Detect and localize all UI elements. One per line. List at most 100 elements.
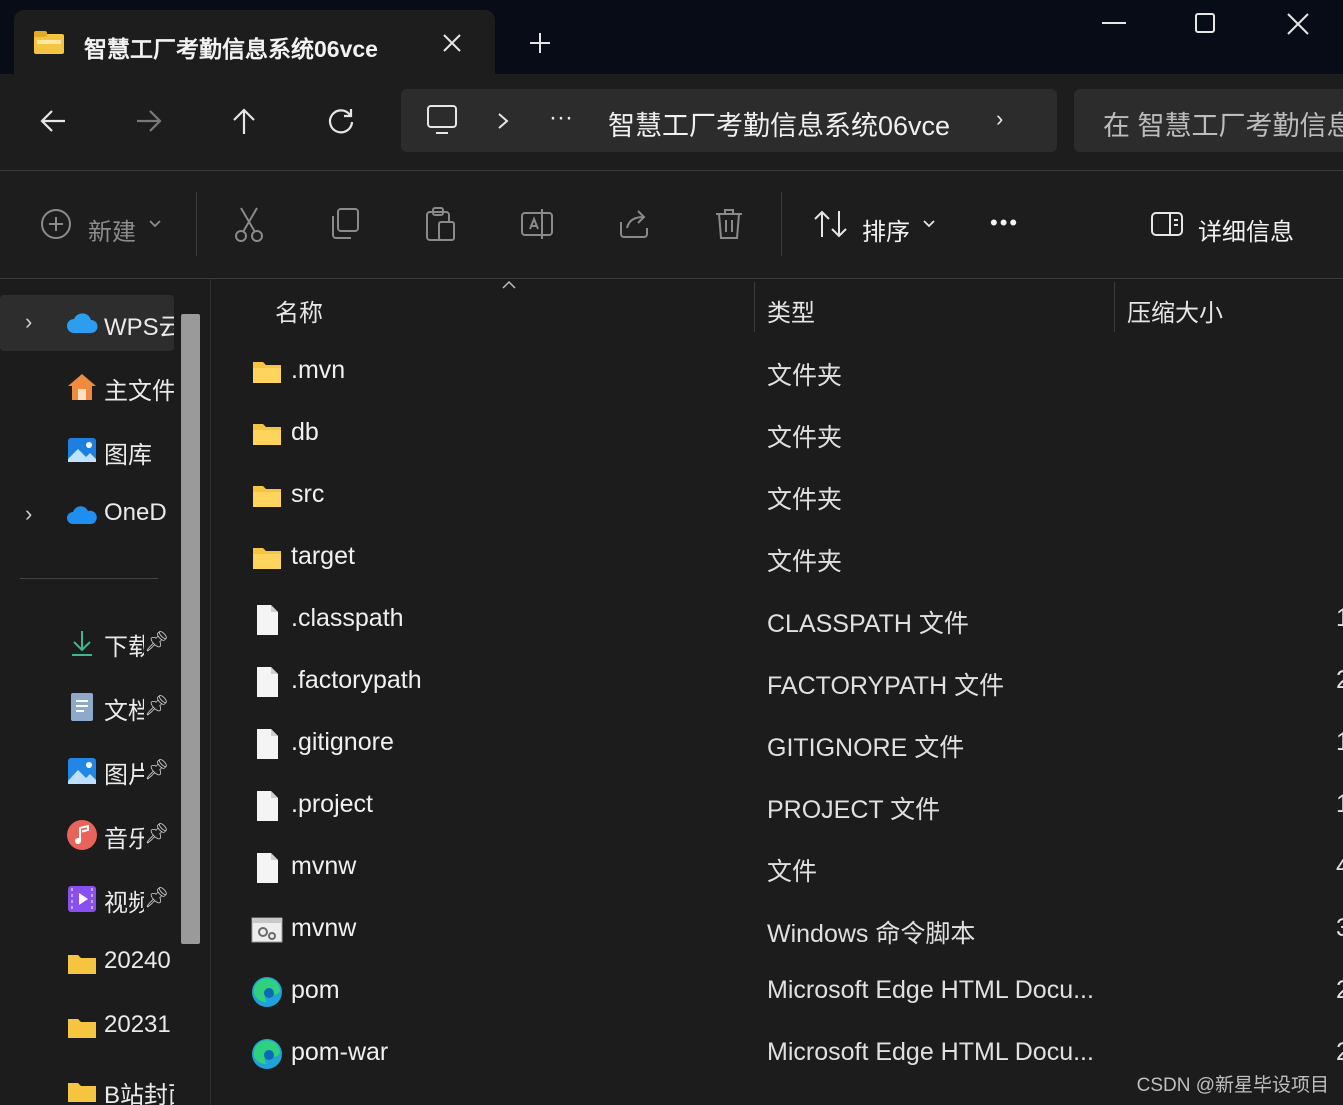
sidebar-item-label: 主文件 [104,378,174,405]
plus-icon[interactable] [528,31,552,55]
pin-icon[interactable]: 📌︎ [144,693,170,718]
file-name: db [291,418,319,446]
details-pane-icon[interactable] [1150,211,1184,237]
file-name: src [291,480,325,508]
window-close-icon[interactable] [1286,12,1310,36]
pin-icon[interactable]: 📌︎ [144,757,170,782]
sidebar-item-pictures[interactable]: 图片 📌︎ [0,743,174,799]
file-row[interactable]: .classpath CLASSPATH 文件 1 [211,588,1343,650]
file-name: pom-war [291,1038,389,1066]
sidebar-item-onedrive[interactable]: › OneD [0,487,174,543]
video-icon [68,886,96,912]
arrow-left-icon[interactable] [38,106,68,136]
column-header-name[interactable]: 名称 [275,293,323,328]
file-icon [257,667,278,697]
navigation-pane: › WPS云 主文件 图库 › OneD 下载 📌︎ [0,279,211,1105]
breadcrumb-ellipsis[interactable]: ··· [549,104,573,132]
file-size: 1 [1336,604,1343,632]
file-row[interactable]: mvnw Windows 命令脚本 3 [211,898,1343,960]
file-row[interactable]: db 文件夹 [211,402,1343,464]
sidebar-item-label: 图库 [104,442,152,469]
file-name: mvnw [291,914,357,942]
chevron-right-icon[interactable] [495,111,511,131]
new-button-label[interactable]: 新建 [88,212,136,247]
file-size: 4 [1336,852,1343,880]
file-name: mvnw [291,852,357,880]
monitor-icon[interactable] [426,104,460,136]
sidebar-item-label: 文档 [104,698,144,725]
pin-icon[interactable]: 📌︎ [144,629,170,654]
file-name: pom [291,976,340,1004]
file-type: GITIGNORE 文件 [767,734,965,762]
more-options-button[interactable]: ••• [990,210,1019,236]
gallery-icon [68,438,96,462]
sidebar-item-music[interactable]: 音乐 📌︎ [0,807,174,863]
file-row[interactable]: pom Microsoft Edge HTML Docu... 2 [211,960,1343,1022]
file-icon [257,853,278,883]
pin-icon[interactable]: 📌︎ [144,885,170,910]
chevron-down-icon[interactable] [922,219,936,229]
sidebar-scrollbar[interactable] [181,314,200,944]
rename-icon[interactable] [520,207,554,241]
onedrive-icon [67,506,97,524]
column-divider[interactable] [754,282,755,332]
chevron-right-icon[interactable]: › [25,501,32,527]
sidebar-item-label: OneD [104,499,167,526]
file-type: 文件夹 [767,424,843,452]
sidebar-item-wps-cloud[interactable]: › WPS云 [0,295,174,351]
close-icon[interactable] [441,32,463,54]
file-row[interactable]: src 文件夹 [211,464,1343,526]
breadcrumb-trailing-chevron[interactable]: › [996,106,1003,132]
sidebar-item-documents[interactable]: 文档 📌︎ [0,679,174,735]
minimize-icon[interactable] [1101,20,1127,26]
column-header-compressed-size[interactable]: 压缩大小 [1127,293,1223,328]
file-row[interactable]: .factorypath FACTORYPATH 文件 2 [211,650,1343,712]
file-row[interactable]: mvnw 文件 4 [211,836,1343,898]
script-icon [251,917,283,943]
share-icon[interactable] [617,208,651,240]
paste-icon[interactable] [424,206,456,242]
file-row[interactable]: .gitignore GITIGNORE 文件 1 [211,712,1343,774]
details-button-label[interactable]: 详细信息 [1198,212,1294,247]
arrow-up-icon[interactable] [229,106,259,136]
file-type: Microsoft Edge HTML Docu... [767,976,1094,1004]
delete-icon[interactable] [714,207,744,241]
sort-icon[interactable] [813,209,849,239]
file-type: CLASSPATH 文件 [767,610,969,638]
file-row[interactable]: .project PROJECT 文件 1 [211,774,1343,836]
arrow-right-icon[interactable] [134,106,164,136]
divider [781,192,782,256]
refresh-icon[interactable] [326,106,356,136]
pin-icon[interactable]: 📌︎ [144,821,170,846]
sidebar-item-gallery[interactable]: 图库 [0,423,174,479]
maximize-icon[interactable] [1194,12,1216,34]
copy-icon[interactable] [329,207,361,241]
breadcrumb-current-folder[interactable]: 智慧工厂考勤信息系统06vce [608,104,950,143]
sort-button-label[interactable]: 排序 [862,212,910,247]
edge-icon [252,1039,282,1069]
chevron-down-icon[interactable] [148,219,162,229]
chevron-right-icon[interactable]: › [25,309,32,335]
column-divider[interactable] [1114,282,1115,332]
file-row[interactable]: .mvn 文件夹 [211,340,1343,402]
sidebar-item-home[interactable]: 主文件 [0,359,174,415]
sidebar-item-downloads[interactable]: 下载 📌︎ [0,615,174,671]
folder-icon [253,424,281,445]
sidebar-item-folder[interactable]: 20231 [0,999,174,1055]
search-placeholder[interactable]: 在 智慧工厂考勤信息 [1103,104,1343,143]
column-header-type[interactable]: 类型 [767,293,815,328]
sidebar-divider [20,578,158,579]
pictures-icon [68,758,96,784]
cut-icon[interactable] [233,206,265,242]
add-circle-icon[interactable] [40,208,72,240]
file-icon [257,791,278,821]
sidebar-item-folder[interactable]: B站封面 [0,1063,174,1105]
cloud-icon [67,313,98,333]
file-name: .gitignore [291,728,394,756]
sidebar-item-label: 20240 [104,947,171,974]
file-row[interactable]: target 文件夹 [211,526,1343,588]
file-name: .mvn [291,356,346,384]
folder-icon [253,362,281,383]
sidebar-item-videos[interactable]: 视频 📌︎ [0,871,174,927]
sidebar-item-folder[interactable]: 20240 [0,935,174,991]
